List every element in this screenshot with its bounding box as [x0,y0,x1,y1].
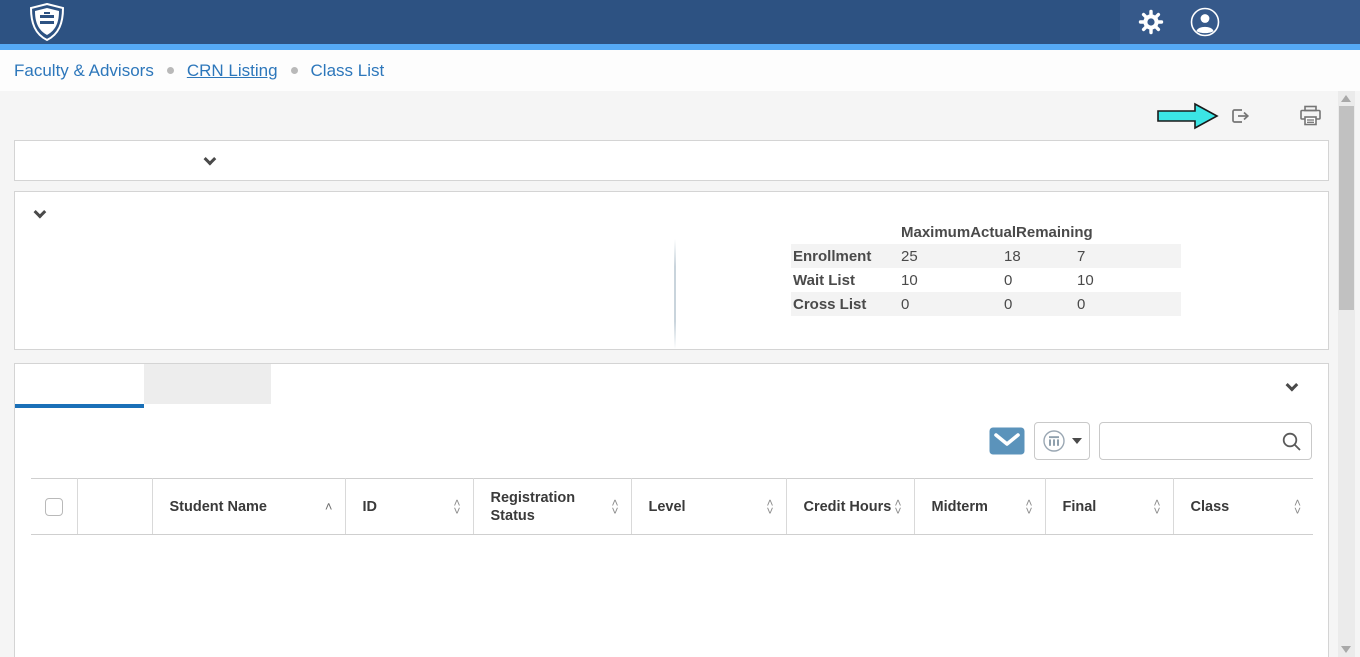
sort-carets-icon[interactable]: ˄˅ [766,499,779,515]
sort-carets-icon[interactable]: ˄˅ [1153,499,1166,515]
settings-button[interactable] [1138,9,1164,35]
breadcrumb: Faculty & AdvisorsCRN ListingClass List [0,50,1360,91]
breadcrumb-link[interactable]: Class List [278,61,385,81]
dropdown-caret-icon [1072,438,1082,444]
email-icon [989,427,1025,455]
main-content: MaximumActualRemaining Enrollment 25 18 … [0,91,1360,657]
brand [0,3,76,41]
breadcrumb-link[interactable]: CRN Listing [154,61,278,81]
chevron-down-icon [204,153,217,166]
course-information-panel: MaximumActualRemaining Enrollment 25 18 … [14,191,1329,350]
enrollment-counts-header: MaximumActualRemaining [791,220,1181,244]
student-table: Student Name ˄˅ ID ˄˅ Registra [31,478,1313,535]
enrollment-counts-rows: Enrollment 25 18 7 Wait List 10 0 10 Cro… [791,244,1181,316]
enrollment-column-header: Remaining [1016,224,1093,241]
select-all-cell [31,479,77,535]
enrollment-column-header: Maximum [901,224,970,241]
enrollment-column-header: Actual [970,224,1016,241]
app-header [0,0,1360,44]
annotation-arrow [1157,102,1219,130]
sort-carets-icon[interactable]: ˄˅ [325,503,339,511]
user-avatar-icon [1190,7,1220,37]
enrollment-count-row: Enrollment 25 18 7 [791,244,1181,268]
university-shield-logo [30,3,64,41]
column-header[interactable]: Student Name ˄˅ [152,479,345,535]
scrollbar-up-arrow[interactable] [1341,95,1351,102]
column-header[interactable]: Class ˄˅ [1173,479,1313,535]
page-toolbar [14,91,1329,140]
scrollbar-down-arrow[interactable] [1341,646,1351,653]
student-table-header-row: Student Name ˄˅ ID ˄˅ Registra [31,479,1313,535]
scrollbar-thumb[interactable] [1339,106,1354,310]
collapse-chevron-icon[interactable] [34,206,47,219]
view-selector[interactable] [1264,364,1328,408]
term-crn-selector[interactable] [14,140,1329,181]
sort-carets-icon[interactable]: ˄˅ [894,499,907,515]
enrollment-counts: MaximumActualRemaining Enrollment 25 18 … [676,209,1181,349]
sort-carets-icon[interactable]: ˄˅ [1294,499,1307,515]
search-icon [1281,431,1302,452]
column-header[interactable]: Final ˄˅ [1045,479,1173,535]
column-header[interactable]: Registration Status ˄˅ [473,479,631,535]
sort-carets-icon[interactable]: ˄˅ [1025,499,1038,515]
header-utility-area [1120,0,1360,44]
breadcrumb-link[interactable]: Faculty & Advisors [14,61,154,81]
course-information [15,209,674,349]
column-header[interactable]: Credit Hours ˄˅ [786,479,914,535]
profile-menu-button[interactable] [1190,7,1220,37]
enrollment-count-row: Cross List 0 0 0 [791,292,1181,316]
export-icon [1229,106,1250,126]
select-all-checkbox[interactable] [45,498,63,516]
grid-view-dropdown-button[interactable] [1034,422,1090,460]
column-header[interactable]: ID ˄˅ [345,479,473,535]
sort-carets-icon[interactable]: ˄˅ [453,499,466,515]
email-button[interactable] [989,427,1025,455]
column-header[interactable]: Midterm ˄˅ [914,479,1045,535]
class-list-panel: Student Name ˄˅ ID ˄˅ Registra [14,363,1329,657]
tabs-row [15,364,1328,408]
grid-columns-icon [1043,430,1065,452]
tab-class-list[interactable] [15,364,144,408]
column-header[interactable]: Level ˄˅ [631,479,786,535]
toolbar-actions [1149,102,1329,130]
sort-carets-icon[interactable]: ˄˅ [611,499,624,515]
vertical-scrollbar[interactable] [1338,91,1355,657]
print-icon [1299,105,1322,126]
chevron-down-icon [1286,378,1299,391]
print-button[interactable] [1299,105,1329,126]
export-button[interactable] [1229,106,1257,126]
tab-wait-list[interactable] [144,364,271,404]
enrollment-count-row: Wait List 10 0 10 [791,268,1181,292]
gear-icon [1138,9,1164,35]
spacer-column-header [77,479,152,535]
